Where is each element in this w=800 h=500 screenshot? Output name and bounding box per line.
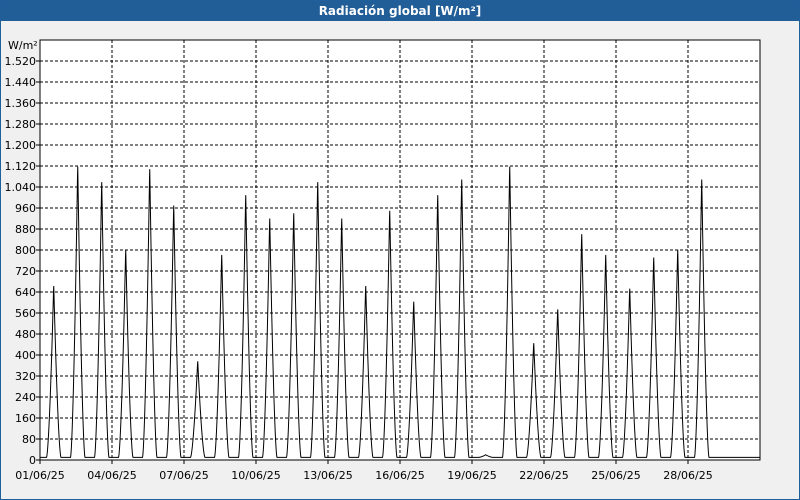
y-tick-label: 240 (15, 391, 36, 404)
x-tick-label: 04/06/25 (87, 469, 136, 482)
chart-plot: 0 80 160 240 320 400 480 560 640 720 800 880 960 1.04… (5, 39, 761, 482)
x-tick-label: 16/06/25 (375, 469, 424, 482)
y-tick-label: 960 (15, 202, 36, 215)
y-tick-label: 1.120 (5, 160, 37, 173)
x-tick-label: 10/06/25 (231, 469, 280, 482)
y-tick-label: 1.520 (5, 55, 37, 68)
y-tick-label: 80 (22, 433, 36, 446)
x-tick-label: 19/06/25 (447, 469, 496, 482)
y-tick-label: 320 (15, 370, 36, 383)
x-tick-label: 07/06/25 (159, 469, 208, 482)
x-tick-label: 28/06/25 (663, 469, 712, 482)
y-tick-label: 1.200 (5, 139, 37, 152)
y-tick-label: 640 (15, 286, 36, 299)
y-tick-label: 0 (29, 454, 36, 467)
y-tick-label: 1.040 (5, 181, 37, 194)
y-tick-label: 1.360 (5, 97, 37, 110)
x-tick-label: 25/06/25 (591, 469, 640, 482)
y-tick-label: 160 (15, 412, 36, 425)
y-tick-label: 560 (15, 307, 36, 320)
y-tick-label: 800 (15, 244, 36, 257)
x-tick-label: 22/06/25 (519, 469, 568, 482)
x-tick-label: 01/06/25 (15, 469, 64, 482)
y-tick-label: 1.280 (5, 118, 37, 131)
y-tick-label: 400 (15, 349, 36, 362)
y-tick-label: 1.440 (5, 76, 37, 89)
y-tick-label: 480 (15, 328, 36, 341)
x-tick-label: 13/06/25 (303, 469, 352, 482)
y-tick-label: 880 (15, 223, 36, 236)
y-tick-label: 720 (15, 265, 36, 278)
y-axis-unit-label: W/m² (8, 39, 38, 52)
